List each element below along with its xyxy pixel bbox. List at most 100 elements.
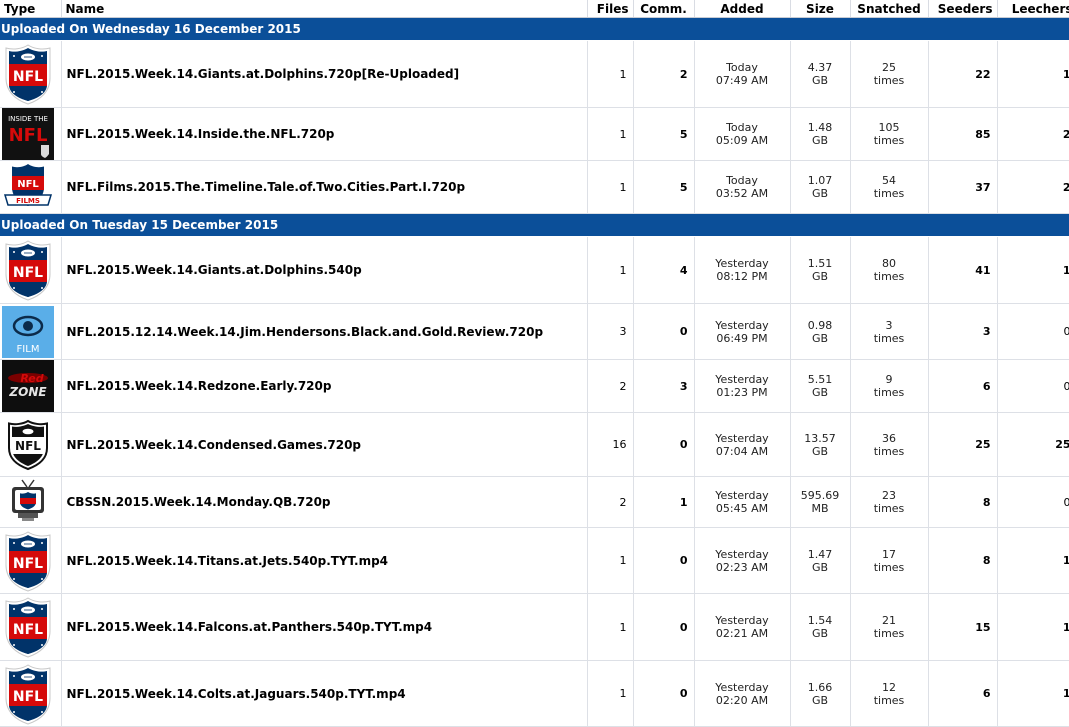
- added-cell: Yesterday 02:21 AM: [694, 593, 791, 661]
- snatched-unit: times: [873, 560, 905, 574]
- torrent-name-link[interactable]: NFL.2015.Week.14.Colts.at.Jaguars.540p.T…: [61, 660, 588, 727]
- added-day: Yesterday: [715, 680, 769, 694]
- nfl-shield-icon[interactable]: NFL: [2, 238, 54, 302]
- comments-count[interactable]: 5: [633, 107, 695, 161]
- added-cell: Today 03:52 AM: [694, 160, 791, 214]
- column-header-size[interactable]: Size: [790, 0, 851, 18]
- comments-count[interactable]: 0: [633, 593, 695, 661]
- comments-count[interactable]: 0: [633, 303, 695, 360]
- table-row[interactable]: NFL NFL.2015.Week.14.Falcons.at.Panthers…: [0, 593, 1069, 661]
- leechers-count[interactable]: 2: [997, 107, 1069, 161]
- torrent-name-link[interactable]: NFL.2015.Week.14.Falcons.at.Panthers.540…: [61, 593, 588, 661]
- torrent-name-link[interactable]: NFL.2015.Week.14.Titans.at.Jets.540p.TYT…: [61, 527, 588, 594]
- seeders-count[interactable]: 85: [928, 107, 998, 161]
- size-cell: 1.48 GB: [790, 107, 851, 161]
- added-time: 07:49 AM: [715, 74, 769, 87]
- column-header-added[interactable]: Added: [694, 0, 791, 18]
- leechers-count[interactable]: 1: [997, 236, 1069, 304]
- nfl-shield-icon[interactable]: NFL: [2, 595, 54, 659]
- column-header-seeders[interactable]: Seeders: [928, 0, 998, 18]
- comments-count[interactable]: 5: [633, 160, 695, 214]
- added-time: 07:04 AM: [715, 444, 769, 458]
- column-header-snatched[interactable]: Snatched: [850, 0, 929, 18]
- torrent-name-link[interactable]: NFL.2015.Week.14.Giants.at.Dolphins.720p…: [61, 40, 588, 108]
- comments-count[interactable]: 4: [633, 236, 695, 304]
- comments-count[interactable]: 3: [633, 359, 695, 413]
- seeders-count[interactable]: 6: [928, 660, 998, 727]
- leechers-count[interactable]: 1: [997, 593, 1069, 661]
- snatched-cell: 21 times: [850, 593, 929, 661]
- files-count[interactable]: 2: [587, 476, 634, 528]
- table-row[interactable]: NFL NFL.2015.Week.14.Colts.at.Jaguars.54…: [0, 660, 1069, 727]
- film-eye-icon[interactable]: FILM: [2, 305, 54, 358]
- leechers-count[interactable]: 1: [997, 527, 1069, 594]
- seeders-count[interactable]: 6: [928, 359, 998, 413]
- files-count[interactable]: 3: [587, 303, 634, 360]
- leechers-count[interactable]: 1: [997, 40, 1069, 108]
- torrent-name-link[interactable]: NFL.Films.2015.The.Timeline.Tale.of.Two.…: [61, 160, 588, 214]
- column-header-comments[interactable]: Comm.: [633, 0, 695, 18]
- nfl-films-icon[interactable]: NFL FILMS: [2, 161, 54, 213]
- nfl-shield-icon[interactable]: NFL: [2, 529, 54, 593]
- leechers-count[interactable]: 0: [997, 359, 1069, 413]
- table-row[interactable]: NFL FILMS NFL.Films.2015.The.Timeline.Ta…: [0, 160, 1069, 214]
- leechers-count[interactable]: 25: [997, 412, 1069, 477]
- comments-count[interactable]: 0: [633, 412, 695, 477]
- seeders-count[interactable]: 41: [928, 236, 998, 304]
- nfl-shield-icon[interactable]: NFL: [2, 42, 54, 106]
- files-count[interactable]: 2: [587, 359, 634, 413]
- torrent-name-link[interactable]: CBSSN.2015.Week.14.Monday.QB.720p: [61, 476, 588, 528]
- nfl-shield-bw-icon[interactable]: NFL: [2, 419, 54, 471]
- added-cell: Yesterday 05:45 AM: [694, 476, 791, 528]
- files-count[interactable]: 1: [587, 593, 634, 661]
- torrent-name-link[interactable]: NFL.2015.Week.14.Condensed.Games.720p: [61, 412, 588, 477]
- column-header-leechers[interactable]: Leechers: [997, 0, 1069, 18]
- seeders-count[interactable]: 8: [928, 476, 998, 528]
- files-count[interactable]: 1: [587, 660, 634, 727]
- column-header-files[interactable]: Files: [587, 0, 634, 18]
- size-unit: GB: [811, 270, 829, 283]
- table-row[interactable]: INSIDE THE NFL NFL.2015.Week.14.Inside.t…: [0, 107, 1069, 161]
- type-cell: NFL: [0, 593, 62, 661]
- table-row[interactable]: NFL NFL.2015.Week.14.Giants.at.Dolphins.…: [0, 40, 1069, 108]
- column-header-name[interactable]: Name: [61, 0, 588, 18]
- redzone-icon[interactable]: Red ZONE: [2, 360, 54, 412]
- files-count[interactable]: 16: [587, 412, 634, 477]
- seeders-count[interactable]: 15: [928, 593, 998, 661]
- leechers-count[interactable]: 0: [997, 476, 1069, 528]
- table-row[interactable]: CBSSN.2015.Week.14.Monday.QB.720p 2 1 Yeste…: [0, 476, 1069, 528]
- seeders-count[interactable]: 37: [928, 160, 998, 214]
- table-row[interactable]: NFL NFL.2015.Week.14.Titans.at.Jets.540p…: [0, 527, 1069, 594]
- files-count[interactable]: 1: [587, 107, 634, 161]
- column-header-type[interactable]: Type: [0, 0, 62, 18]
- files-count[interactable]: 1: [587, 527, 634, 594]
- added-time: 02:21 AM: [715, 627, 769, 640]
- svg-text:NFL: NFL: [13, 689, 43, 705]
- comments-count[interactable]: 1: [633, 476, 695, 528]
- table-row[interactable]: NFL NFL.2015.Week.14.Condensed.Games.720…: [0, 412, 1069, 477]
- added-day: Yesterday: [715, 373, 769, 386]
- seeders-count[interactable]: 22: [928, 40, 998, 108]
- leechers-count[interactable]: 2: [997, 160, 1069, 214]
- files-count[interactable]: 1: [587, 236, 634, 304]
- torrent-name-link[interactable]: NFL.2015.12.14.Week.14.Jim.Hendersons.Bl…: [61, 303, 588, 360]
- files-count[interactable]: 1: [587, 40, 634, 108]
- comments-count[interactable]: 2: [633, 40, 695, 108]
- torrent-name-link[interactable]: NFL.2015.Week.14.Inside.the.NFL.720p: [61, 107, 588, 161]
- table-row[interactable]: Red ZONE NFL.2015.Week.14.Redzone.Early.…: [0, 359, 1069, 413]
- leechers-count[interactable]: 0: [997, 303, 1069, 360]
- comments-count[interactable]: 0: [633, 660, 695, 727]
- leechers-count[interactable]: 1: [997, 660, 1069, 727]
- inside-the-nfl-icon[interactable]: INSIDE THE NFL: [2, 108, 54, 160]
- comments-count[interactable]: 0: [633, 527, 695, 594]
- torrent-name-link[interactable]: NFL.2015.Week.14.Redzone.Early.720p: [61, 359, 588, 413]
- seeders-count[interactable]: 3: [928, 303, 998, 360]
- tv-icon[interactable]: [2, 477, 54, 527]
- table-row[interactable]: NFL NFL.2015.Week.14.Giants.at.Dolphins.…: [0, 236, 1069, 304]
- files-count[interactable]: 1: [587, 160, 634, 214]
- torrent-name-link[interactable]: NFL.2015.Week.14.Giants.at.Dolphins.540p: [61, 236, 588, 304]
- nfl-shield-icon[interactable]: NFL: [2, 662, 54, 726]
- table-row[interactable]: FILM NFL.2015.12.14.Week.14.Jim.Henderso…: [0, 303, 1069, 360]
- seeders-count[interactable]: 8: [928, 527, 998, 594]
- seeders-count[interactable]: 25: [928, 412, 998, 477]
